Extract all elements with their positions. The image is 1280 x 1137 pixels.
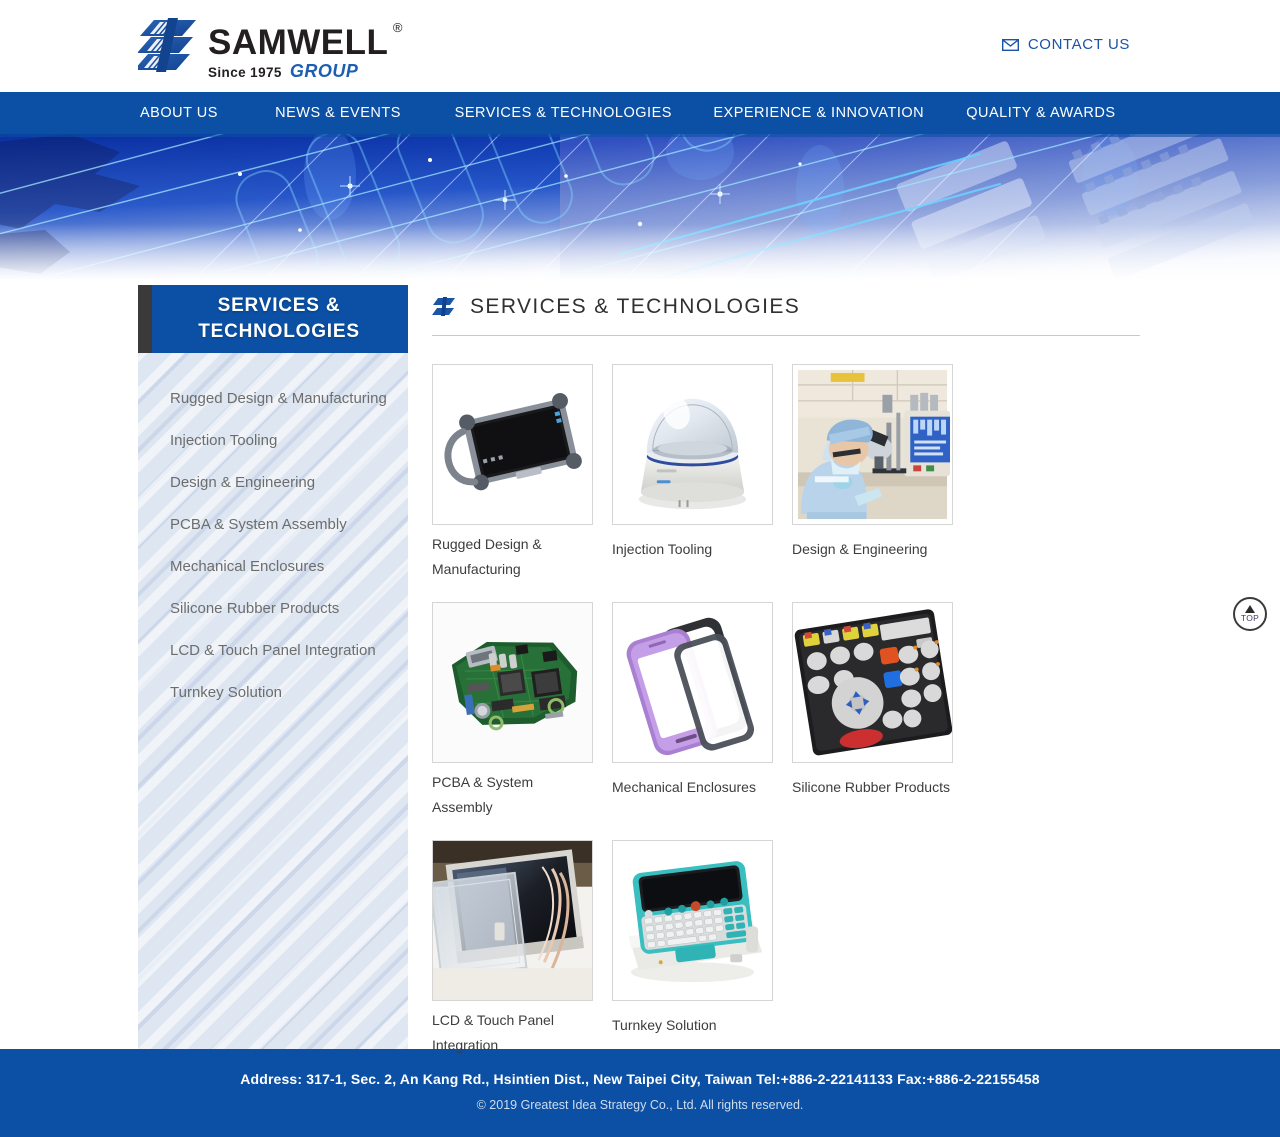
sidebar-title-line1: SERVICES & (217, 295, 341, 316)
sidebar-item-pcba-system-assembly[interactable]: PCBA & System Assembly (138, 503, 408, 545)
service-card-label[interactable]: Mechanical Enclosures (612, 775, 772, 800)
registered-mark: ® (392, 20, 403, 35)
dome-camera-thumbnail[interactable] (612, 364, 773, 525)
sidebar-item-label: Rugged Design & Manufacturing (170, 389, 387, 407)
nav-item-services-technologies[interactable]: SERVICES & TECHNOLOGIES (455, 105, 714, 121)
sidebar-item-label: Turnkey Solution (170, 683, 283, 701)
enclosure-thumbnail[interactable] (612, 602, 773, 763)
service-card: Turnkey Solution (612, 840, 792, 1058)
service-card-label[interactable]: Injection Tooling (612, 537, 772, 562)
sidebar-item-label: PCBA & System Assembly (170, 515, 347, 533)
contact-us-link[interactable]: CONTACT US (1001, 36, 1130, 53)
nav-label: ABOUT US (140, 105, 218, 121)
engineer-microscope-image (793, 365, 952, 524)
service-card: Silicone Rubber Products (792, 602, 972, 820)
turnkey-handheld-thumbnail[interactable] (612, 840, 773, 1001)
sidebar-item-lcd-touch-panel[interactable]: LCD & Touch Panel Integration (138, 629, 408, 671)
sidebar-menu: Rugged Design & Manufacturing Injection … (138, 353, 408, 713)
engineer-microscope-thumbnail[interactable] (792, 364, 953, 525)
footer-copyright: © 2019 Greatest Idea Strategy Co., Ltd. … (476, 1098, 804, 1112)
nav-item-about-us[interactable]: ABOUT US (140, 105, 275, 121)
dome-camera-housing-image (613, 365, 772, 524)
title-divider (432, 335, 1140, 336)
service-card: Injection Tooling (612, 364, 792, 582)
main-navigation: ABOUT US NEWS & EVENTS SERVICES & TECHNO… (0, 92, 1280, 134)
sidebar-item-label: Injection Tooling (170, 431, 278, 449)
teal-handheld-terminal-image (613, 841, 772, 1000)
rugged-tablet-image (433, 365, 592, 524)
samwell-mark-icon (432, 297, 455, 316)
nav-label: EXPERIENCE & INNOVATION (713, 105, 925, 121)
site-header: SAMWELL ® Since 1975 GROUP CONTACT US (0, 0, 1280, 92)
nav-item-quality-awards[interactable]: QUALITY & AWARDS (966, 105, 1140, 121)
services-card-grid: Rugged Design & Manufacturing Injection … (432, 364, 1144, 1078)
content-area: SERVICES & TECHNOLOGIES Rugged Design & … (0, 279, 1280, 1053)
arrow-up-icon (1245, 605, 1255, 613)
service-card: Rugged Design & Manufacturing (432, 364, 612, 582)
service-card-label[interactable]: Turnkey Solution (612, 1013, 772, 1038)
service-card-label[interactable]: LCD & Touch Panel Integration (432, 1008, 592, 1058)
nav-item-news-events[interactable]: NEWS & EVENTS (275, 105, 455, 121)
page-title: SERVICES & TECHNOLOGIES (470, 295, 801, 318)
lcd-touch-panel-image (433, 841, 592, 1000)
page-root: SAMWELL ® Since 1975 GROUP CONTACT US AB… (0, 0, 1280, 1137)
page-title-row: SERVICES & TECHNOLOGIES (432, 285, 1144, 319)
logo-name: SAMWELL (208, 23, 389, 62)
service-card: LCD & Touch Panel Integration (432, 840, 612, 1058)
site-logo[interactable]: SAMWELL ® Since 1975 GROUP (138, 16, 402, 82)
sidebar-item-turnkey-solution[interactable]: Turnkey Solution (138, 671, 408, 713)
mail-icon (1001, 38, 1019, 51)
samwell-logo-mark-icon (138, 18, 196, 72)
sidebar-title-line2: TECHNOLOGIES (198, 321, 360, 342)
rubber-keypad-thumbnail[interactable] (792, 602, 953, 763)
sidebar-item-silicone-rubber-products[interactable]: Silicone Rubber Products (138, 587, 408, 629)
logo-since: Since 1975 (208, 65, 282, 80)
service-card-label[interactable]: Design & Engineering (792, 537, 952, 562)
sidebar-item-label: LCD & Touch Panel Integration (170, 641, 376, 659)
logo-group: GROUP (289, 61, 359, 81)
sidebar: SERVICES & TECHNOLOGIES Rugged Design & … (138, 285, 408, 1049)
service-card: Design & Engineering (792, 364, 972, 582)
service-card-label[interactable]: PCBA & System Assembly (432, 770, 592, 820)
nav-label: SERVICES & TECHNOLOGIES (454, 105, 672, 121)
service-card: PCBA & System Assembly (432, 602, 612, 820)
sidebar-item-label: Design & Engineering (170, 473, 316, 491)
lcd-touch-panel-thumbnail[interactable] (432, 840, 593, 1001)
pcba-thumbnail[interactable] (432, 602, 593, 763)
rugged-tablet-thumbnail[interactable] (432, 364, 593, 525)
service-card: Mechanical Enclosures (612, 602, 792, 820)
nav-label: NEWS & EVENTS (275, 105, 401, 121)
sidebar-item-injection-tooling[interactable]: Injection Tooling (138, 419, 408, 461)
sidebar-item-rugged-design[interactable]: Rugged Design & Manufacturing (138, 377, 408, 419)
rubber-keypad-image (793, 603, 952, 762)
scroll-to-top-button[interactable]: TOP (1233, 597, 1267, 631)
logo-wordmark: SAMWELL ® Since 1975 GROUP (208, 16, 402, 82)
main-content: SERVICES & TECHNOLOGIES Rugged Design & … (432, 285, 1144, 1078)
service-card-label[interactable]: Silicone Rubber Products (792, 775, 952, 800)
sidebar-item-label: Mechanical Enclosures (170, 557, 325, 575)
nav-label: QUALITY & AWARDS (966, 105, 1116, 121)
sidebar-item-design-engineering[interactable]: Design & Engineering (138, 461, 408, 503)
scroll-to-top-label: TOP (1240, 613, 1260, 623)
phone-bezel-enclosure-image (613, 603, 772, 762)
nav-item-experience-innovation[interactable]: EXPERIENCE & INNOVATION (713, 105, 966, 121)
hero-banner-image (0, 134, 1280, 279)
sidebar-item-label: Silicone Rubber Products (170, 599, 340, 617)
sidebar-header: SERVICES & TECHNOLOGIES (138, 285, 408, 353)
contact-us-label: CONTACT US (1027, 36, 1130, 53)
sidebar-title: SERVICES & TECHNOLOGIES (186, 293, 360, 345)
hero-banner (0, 134, 1280, 279)
sidebar-item-mechanical-enclosures[interactable]: Mechanical Enclosures (138, 545, 408, 587)
service-card-label[interactable]: Rugged Design & Manufacturing (432, 532, 592, 582)
green-circuit-board-image (433, 603, 592, 762)
